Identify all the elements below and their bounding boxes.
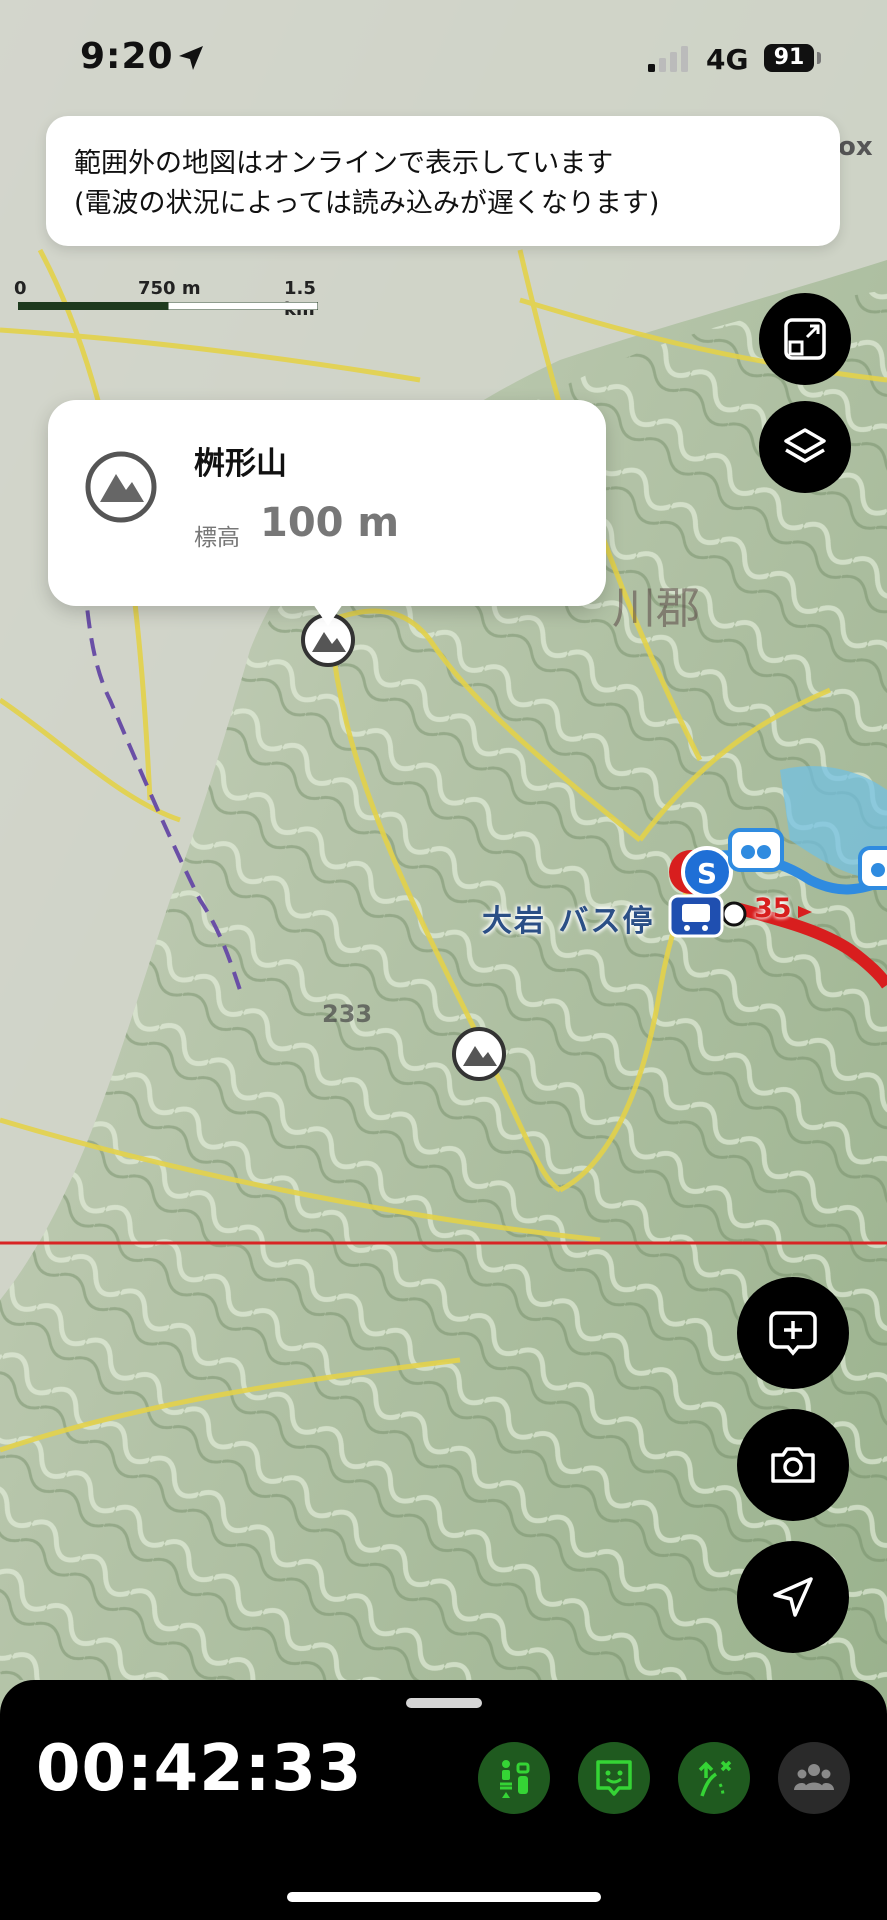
layers-button[interactable] <box>759 401 851 493</box>
start-marker[interactable]: S <box>669 846 733 898</box>
route-number-label: 35 <box>754 893 792 924</box>
map-scale: 0 750 m 1.5 km <box>14 278 334 320</box>
elevation-value: 100 m <box>260 500 400 546</box>
network-type: 4G <box>706 43 749 76</box>
location-arrow-icon <box>773 1577 813 1617</box>
add-comment-icon <box>769 1311 817 1356</box>
viewpoint-marker[interactable] <box>858 846 887 890</box>
layers-icon <box>784 428 826 463</box>
signal-icon <box>648 46 688 72</box>
off-route-button[interactable] <box>678 1742 750 1814</box>
off-route-icon <box>698 1760 732 1797</box>
mountain-icon <box>85 451 157 523</box>
bus-stop-label: 大岩 バス停 <box>482 904 655 939</box>
corner-text: ox <box>838 132 873 162</box>
svg-text:S: S <box>697 857 717 890</box>
banner-line-2: (電波の状況によっては読み込みが遅くなります) <box>74 188 660 219</box>
clock: 9:20 <box>80 36 174 77</box>
scale-label-750: 750 m <box>138 278 201 299</box>
home-indicator <box>287 1892 601 1902</box>
group-button[interactable] <box>778 1742 850 1814</box>
bus-stop-marker[interactable] <box>668 894 724 938</box>
status-bar: 9:20 4G 91 <box>0 0 887 115</box>
scale-label-0: 0 <box>14 278 27 299</box>
camera-icon <box>771 1447 815 1483</box>
elevation-label: 233 <box>322 1000 373 1028</box>
drag-handle[interactable] <box>406 1698 482 1708</box>
camera-button[interactable] <box>737 1409 849 1521</box>
summit-name: 桝形山 <box>194 446 287 482</box>
checkpoint-icon <box>500 1760 530 1798</box>
viewpoint-marker[interactable] <box>728 828 784 872</box>
summit-marker[interactable] <box>452 1027 506 1081</box>
current-location-button[interactable] <box>737 1541 849 1653</box>
report-button[interactable] <box>578 1742 650 1814</box>
add-comment-button[interactable] <box>737 1277 849 1389</box>
banner-line-1: 範囲外の地図はオンラインで表示しています <box>74 148 614 179</box>
scale-bar <box>18 302 318 310</box>
fit-screen-icon <box>784 318 826 360</box>
scale-label-1-5: 1.5 km <box>284 278 316 320</box>
elevation-label: 標高 <box>194 525 240 551</box>
chat-face-icon <box>596 1760 632 1796</box>
offline-notice-banner[interactable]: 範囲外の地図はオンラインで表示しています (電波の状況によっては読み込みが遅くな… <box>46 116 840 246</box>
elapsed-timer: 00:42:33 <box>36 1732 363 1806</box>
checkpoint-button[interactable] <box>478 1742 550 1814</box>
location-services-icon <box>179 46 203 70</box>
bottom-panel[interactable]: 00:42:33 <box>0 1680 887 1920</box>
fit-screen-button[interactable] <box>759 293 851 385</box>
group-icon <box>794 1764 834 1790</box>
summit-info-popup[interactable]: 桝形山 標高 100 m <box>48 400 606 606</box>
battery-tip <box>817 52 821 64</box>
popup-tail <box>313 604 343 626</box>
region-label: 川郡 <box>612 583 700 634</box>
battery-icon: 91 <box>764 44 814 72</box>
